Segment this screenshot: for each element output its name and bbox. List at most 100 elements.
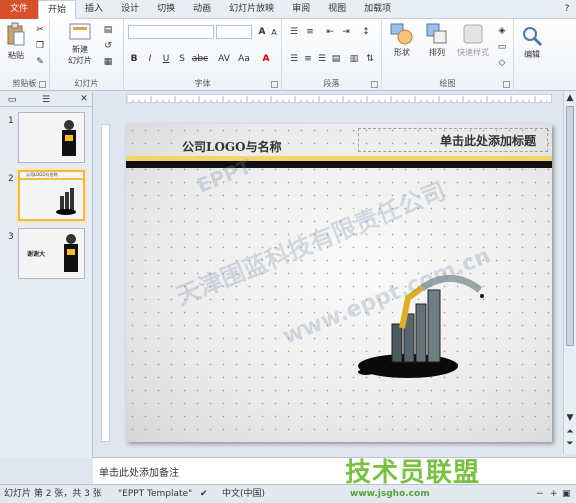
tab-transitions[interactable]: 切换 — [148, 0, 184, 19]
ruler-ticks — [127, 96, 548, 102]
slide-thumb-2[interactable]: 公司LOGO与名称 — [18, 170, 85, 221]
char-spacing-button[interactable]: AV — [216, 53, 232, 65]
align-left-icon[interactable]: ☰ — [288, 53, 300, 65]
slide-thumb-3[interactable]: 谢谢大 — [18, 228, 85, 279]
paragraph-label: 段落 — [323, 79, 340, 88]
thumb-mini-title: 谢谢大 — [27, 251, 46, 258]
editing-label: 编辑 — [524, 50, 540, 59]
vertical-ruler — [101, 124, 110, 442]
theme-name: "EPPT Template" — [118, 489, 193, 499]
fit-window-icon[interactable]: ▣ — [562, 485, 571, 503]
vertical-scrollbar[interactable]: ▲ ▼ ⏶ ⏷ — [563, 92, 576, 454]
powerpoint-window: 文件 开始 插入 设计 切换 动画 幻灯片放映 审阅 视图 加载项 粘贴 ✂ ❐… — [0, 0, 576, 503]
scroll-thumb[interactable] — [566, 106, 574, 346]
font-size-combo[interactable] — [216, 25, 252, 39]
arrange-button[interactable]: 排列 — [424, 23, 450, 58]
scroll-down-icon[interactable]: ▼ — [564, 412, 576, 424]
header-black-stripe — [126, 161, 552, 168]
zoom-out-icon[interactable]: − — [536, 485, 544, 503]
slides-group: 新建 幻灯片 ▤ ↺ ▦ 幻灯片 — [50, 19, 124, 91]
shadow-button[interactable]: S — [176, 53, 188, 65]
bullets-icon[interactable]: ☰ — [288, 26, 300, 38]
title-placeholder[interactable]: 单击此处添加标题 — [440, 132, 536, 149]
help-icon[interactable]: ? — [561, 3, 573, 15]
notes-pane[interactable]: 单击此处添加备注 技术员联盟 — [93, 457, 576, 488]
thumb-number: 3 — [8, 232, 14, 242]
paste-button[interactable]: 粘贴 — [4, 22, 28, 61]
tab-view[interactable]: 视图 — [319, 0, 355, 19]
tab-animations[interactable]: 动画 — [184, 0, 220, 19]
slides-panel: ▭ ☰ ✕ 1 2 公司LOGO与名称 3 谢谢大 — [0, 92, 93, 458]
tab-file[interactable]: 文件 — [0, 0, 39, 19]
bold-button[interactable]: B — [128, 53, 140, 65]
new-slide-label-2: 幻灯片 — [68, 56, 92, 65]
language-indicator[interactable]: 中文(中国) — [222, 485, 265, 503]
section-icon[interactable]: ▦ — [102, 56, 114, 68]
slides-tab-icon[interactable]: ▭ — [6, 94, 18, 106]
tab-insert[interactable]: 插入 — [76, 0, 112, 19]
arrange-icon — [426, 23, 447, 44]
italic-button[interactable]: I — [144, 53, 156, 65]
tab-review[interactable]: 审阅 — [283, 0, 319, 19]
horizontal-ruler — [126, 94, 552, 103]
quick-styles-button[interactable]: 快速样式 — [454, 23, 492, 58]
shrink-font-icon[interactable]: A — [268, 27, 280, 39]
decrease-indent-icon[interactable]: ⇤ — [324, 26, 336, 38]
paste-label: 粘贴 — [8, 51, 24, 60]
tab-home[interactable]: 开始 — [38, 0, 77, 20]
editing-button[interactable]: 编辑 — [518, 25, 546, 60]
text-direction-icon[interactable]: ⇅ — [364, 53, 376, 65]
format-painter-icon[interactable]: ✎ — [34, 56, 46, 68]
shape-fill-icon[interactable]: ◈ — [496, 25, 508, 37]
strikethrough-button[interactable]: abc — [190, 53, 210, 65]
underline-button[interactable]: U — [160, 53, 172, 65]
cut-icon[interactable]: ✂ — [34, 24, 46, 36]
justify-icon[interactable]: ▤ — [330, 53, 342, 65]
align-center-icon[interactable]: ≡ — [302, 53, 314, 65]
clipboard-group: 粘贴 ✂ ❐ ✎ 剪贴板 — [0, 19, 50, 91]
font-group: A A B I U S abc AV Aa A 字体 — [124, 19, 282, 91]
increase-indent-icon[interactable]: ⇥ — [340, 26, 352, 38]
clipboard-launcher[interactable] — [39, 81, 46, 88]
tab-addins[interactable]: 加载项 — [355, 0, 400, 19]
spell-check-icon[interactable]: ✔ — [200, 485, 208, 503]
columns-icon[interactable]: ▥ — [348, 53, 360, 65]
align-right-icon[interactable]: ☰ — [316, 53, 328, 65]
tab-design[interactable]: 设计 — [112, 0, 148, 19]
prev-slide-icon[interactable]: ⏶ — [564, 426, 576, 438]
notes-placeholder[interactable]: 单击此处添加备注 — [99, 464, 179, 479]
drawing-launcher[interactable] — [503, 81, 510, 88]
reset-icon[interactable]: ↺ — [102, 40, 114, 52]
shape-effects-icon[interactable]: ◇ — [496, 57, 508, 69]
copy-icon[interactable]: ❐ — [34, 40, 46, 52]
zoom-in-icon[interactable]: + — [550, 485, 558, 503]
thumb-mini-title: 公司LOGO与名称 — [26, 172, 58, 177]
shapes-button[interactable]: 形状 — [388, 23, 416, 58]
tab-slideshow[interactable]: 幻灯片放映 — [220, 0, 283, 19]
font-name-combo[interactable] — [128, 25, 214, 39]
font-launcher[interactable] — [271, 81, 278, 88]
new-slide-button[interactable]: 新建 幻灯片 — [64, 22, 96, 66]
change-case-button[interactable]: Aa — [236, 53, 252, 65]
shapes-label: 形状 — [394, 48, 410, 57]
shape-outline-icon[interactable]: ▭ — [496, 41, 508, 53]
grow-font-icon[interactable]: A — [256, 26, 268, 38]
new-slide-icon — [69, 23, 91, 40]
ribbon-tabs: 文件 开始 插入 设计 切换 动画 幻灯片放映 审阅 视图 加载项 — [0, 0, 576, 20]
arrange-label: 排列 — [429, 48, 445, 57]
outline-tab-icon[interactable]: ☰ — [40, 94, 52, 106]
drawing-group: 形状 排列 快速样式 ◈ ▭ ◇ 绘图 — [382, 19, 514, 91]
font-color-icon[interactable]: A — [260, 53, 272, 65]
drawing-label: 绘图 — [439, 79, 456, 88]
scroll-up-icon[interactable]: ▲ — [564, 92, 576, 104]
numbering-icon[interactable]: ≡ — [304, 26, 316, 38]
layout-icon[interactable]: ▤ — [102, 24, 114, 36]
paragraph-launcher[interactable] — [371, 81, 378, 88]
slides-label: 幻灯片 — [74, 79, 99, 88]
close-panel-icon[interactable]: ✕ — [78, 93, 90, 105]
line-spacing-icon[interactable]: ↕ — [360, 26, 372, 38]
next-slide-icon[interactable]: ⏷ — [564, 438, 576, 450]
logo-text: 公司LOGO与名称 — [182, 140, 282, 154]
slide-canvas[interactable]: 公司LOGO与名称 单击此处添加标题 天津围蓝科技有限责任公司 www.eppt… — [126, 124, 552, 442]
slide-thumb-1[interactable] — [18, 112, 85, 163]
